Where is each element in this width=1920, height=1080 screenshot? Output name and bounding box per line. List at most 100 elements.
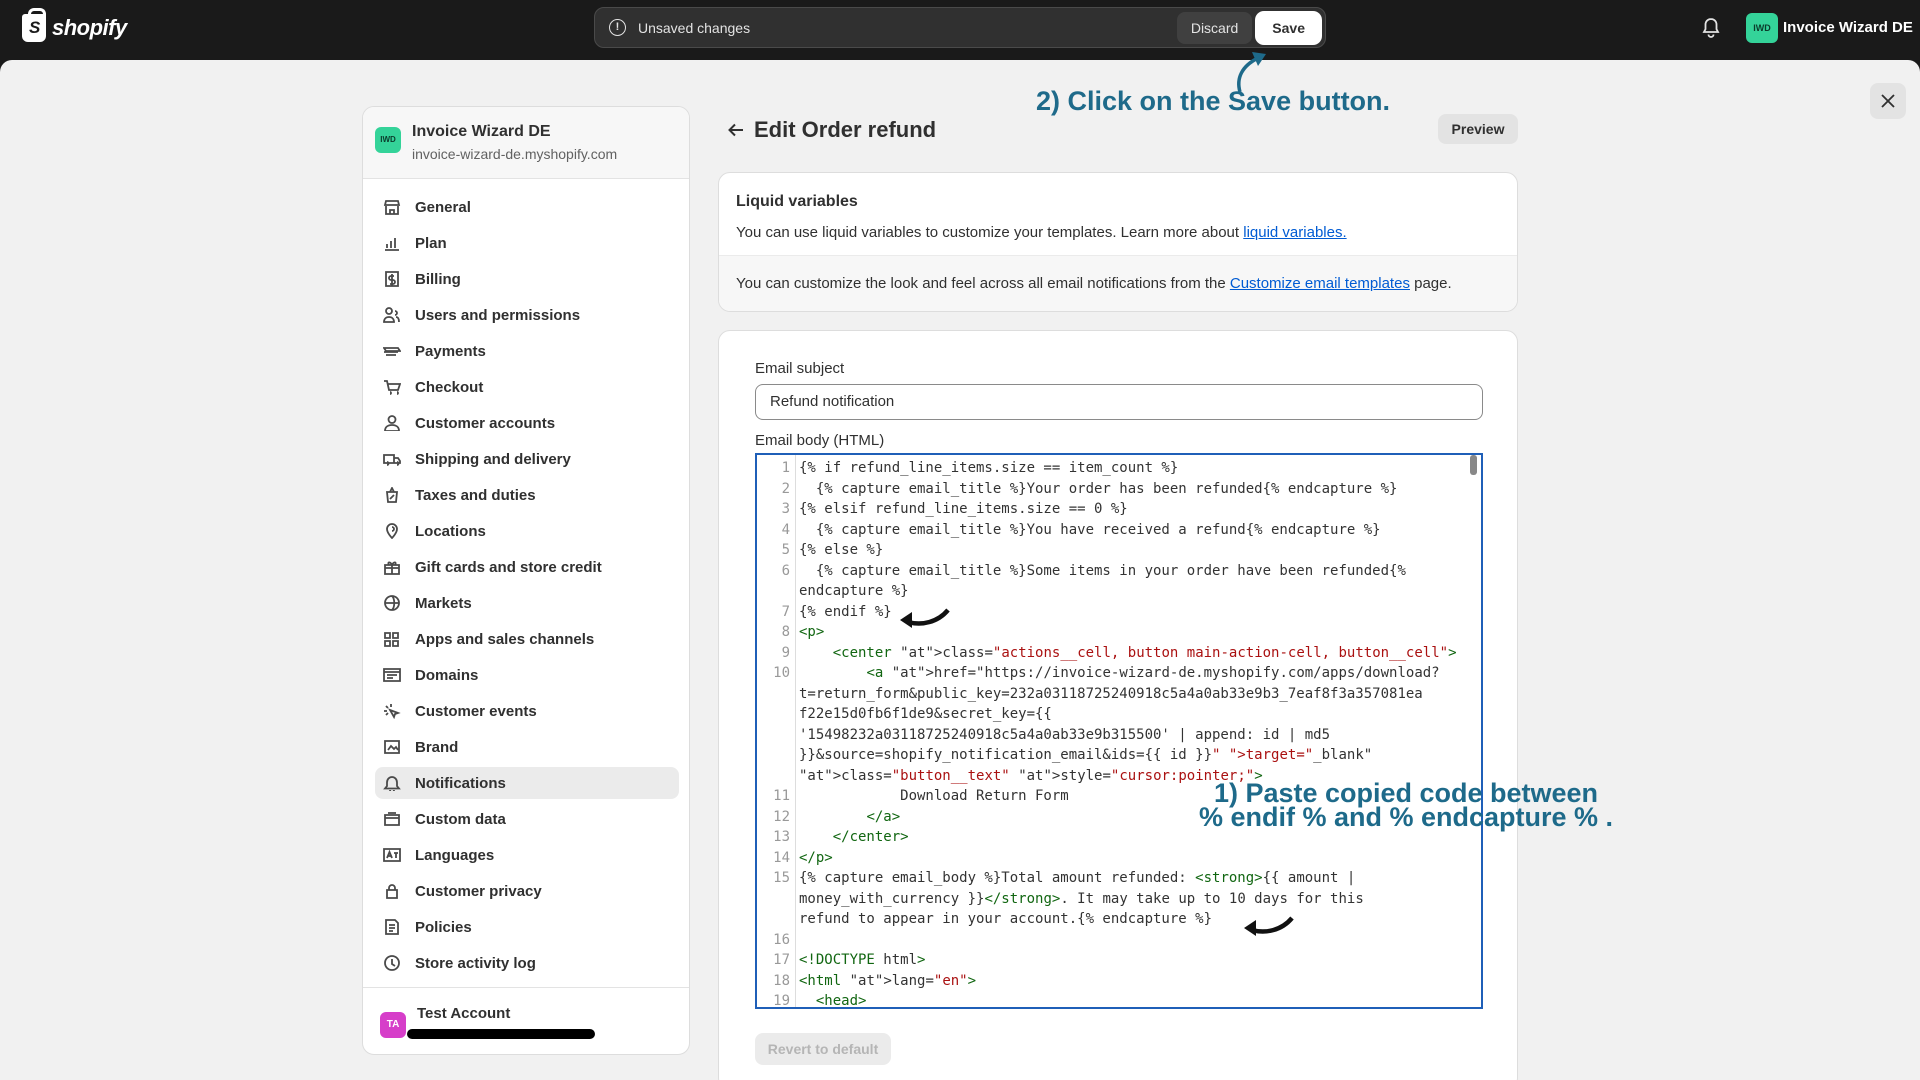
back-arrow-icon[interactable] bbox=[726, 120, 746, 140]
code-line[interactable]: }}&source=shopify_notification_email&ids… bbox=[757, 745, 1477, 766]
code-line[interactable]: 2 {% capture email_title %}Your order ha… bbox=[757, 479, 1477, 500]
line-text: <!DOCTYPE html> bbox=[799, 952, 926, 968]
save-button[interactable]: Save bbox=[1256, 11, 1321, 44]
editor-scrollbar[interactable] bbox=[1470, 455, 1477, 475]
code-line[interactable]: 9 <center "at">class="actions__cell, but… bbox=[757, 643, 1477, 664]
card-subsection: You can customize the look and feel acro… bbox=[719, 255, 1517, 311]
sidebar-item-policies[interactable]: Policies bbox=[375, 911, 679, 943]
card-text-body: You can use liquid variables to customiz… bbox=[736, 224, 1244, 241]
store-header[interactable]: IWD Invoice Wizard DE invoice-wizard-de.… bbox=[363, 107, 689, 179]
line-text: {% capture email_body %}Total amount ref… bbox=[799, 870, 1356, 886]
line-number bbox=[757, 766, 795, 787]
shopify-logo[interactable]: S shopify bbox=[22, 8, 127, 42]
sidebar-item-apps-and-sales-channels[interactable]: Apps and sales channels bbox=[375, 623, 679, 655]
sidebar-item-taxes-and-duties[interactable]: Taxes and duties bbox=[375, 479, 679, 511]
sidebar-item-notifications[interactable]: Notifications bbox=[375, 767, 679, 799]
code-line[interactable]: '15498232a03118725240918c5a4a0ab33e9b315… bbox=[757, 725, 1477, 746]
sidebar-item-plan[interactable]: Plan bbox=[375, 227, 679, 259]
code-line[interactable]: 6 {% capture email_title %}Some items in… bbox=[757, 561, 1477, 582]
sidebar-item-billing[interactable]: Billing bbox=[375, 263, 679, 295]
code-line[interactable]: 14 </p> bbox=[757, 848, 1477, 869]
unsaved-changes-text: Unsaved changes bbox=[638, 19, 751, 36]
line-number bbox=[757, 725, 795, 746]
users-icon bbox=[383, 307, 400, 323]
sidebar-item-users-and-permissions[interactable]: Users and permissions bbox=[375, 299, 679, 331]
sidebar-item-customer-privacy[interactable]: Customer privacy bbox=[375, 875, 679, 907]
sidebar-item-markets[interactable]: Markets bbox=[375, 587, 679, 619]
code-line[interactable]: refund to appear in your account.{% endc… bbox=[757, 909, 1477, 930]
sidebar-item-checkout[interactable]: Checkout bbox=[375, 371, 679, 403]
discard-button[interactable]: Discard bbox=[1176, 11, 1253, 44]
sidebar-item-locations[interactable]: Locations bbox=[375, 515, 679, 547]
sidebar-item-payments[interactable]: Payments bbox=[375, 335, 679, 367]
preview-button[interactable]: Preview bbox=[1438, 114, 1518, 144]
sidebar-item-customer-events[interactable]: Customer events bbox=[375, 695, 679, 727]
code-line[interactable]: 17 <!DOCTYPE html> bbox=[757, 950, 1477, 971]
code-line[interactable]: 16 bbox=[757, 930, 1477, 951]
code-line[interactable]: 18 <html "at">lang="en"> bbox=[757, 971, 1477, 992]
code-line[interactable]: 3 {% elsif refund_line_items.size == 0 %} bbox=[757, 499, 1477, 520]
line-text: endcapture %} bbox=[799, 583, 909, 599]
line-text: {% else %} bbox=[799, 542, 884, 558]
email-body-code-editor[interactable]: 1 {% if refund_line_items.size == item_co… bbox=[755, 453, 1483, 1009]
store-avatar[interactable]: IWD bbox=[1746, 13, 1778, 43]
code-line[interactable]: 7 {% endif %} bbox=[757, 602, 1477, 623]
sidebar-item-general[interactable]: General bbox=[375, 191, 679, 223]
cart-icon bbox=[384, 380, 401, 395]
sidebar-item-gift-cards-and-store-credit[interactable]: Gift cards and store credit bbox=[375, 551, 679, 583]
sidebar-item-customer-accounts[interactable]: Customer accounts bbox=[375, 407, 679, 439]
code-line[interactable]: money_with_currency }}</strong>. It may … bbox=[757, 889, 1477, 910]
card-sub-text: You can customize the look and feel acro… bbox=[736, 275, 1452, 292]
line-text: <html "at">lang="en"> bbox=[799, 972, 977, 989]
line-text: money_with_currency }}</strong>. It may … bbox=[799, 890, 1364, 907]
code-line[interactable]: f22e15d0fb6f1de9&secret_key={{ bbox=[757, 704, 1477, 725]
line-number bbox=[757, 684, 795, 705]
code-line[interactable]: 15 {% capture email_body %}Total amount r… bbox=[757, 868, 1477, 889]
customize-email-templates-link[interactable]: Customize email templates bbox=[1230, 275, 1410, 292]
sidebar-item-custom-data[interactable]: Custom data bbox=[375, 803, 679, 835]
code-line[interactable]: 19 <head> bbox=[757, 991, 1477, 1009]
location-icon bbox=[386, 523, 398, 539]
language-icon bbox=[383, 848, 401, 862]
sidebar-item-label: Locations bbox=[415, 522, 486, 540]
code-line[interactable]: 8 <p> bbox=[757, 622, 1477, 643]
store-menu-name[interactable]: Invoice Wizard DE bbox=[1783, 19, 1913, 36]
line-number bbox=[757, 745, 795, 766]
code-line[interactable]: 10 <a "at">href="https://invoice-wizard-… bbox=[757, 663, 1477, 684]
sidebar-item-domains[interactable]: Domains bbox=[375, 659, 679, 691]
code-line[interactable]: 5 {% else %} bbox=[757, 540, 1477, 561]
chart-icon bbox=[385, 238, 399, 251]
line-number bbox=[757, 704, 795, 725]
sidebar-item-languages[interactable]: Languages bbox=[375, 839, 679, 871]
account-footer[interactable]: TA Test Account bbox=[363, 987, 689, 1054]
cursor-icon bbox=[384, 704, 401, 719]
line-text: <center "at">class="actions__cell, butto… bbox=[832, 644, 1457, 661]
store-icon bbox=[383, 200, 401, 215]
unsaved-changes-bar: ! Unsaved changes Discard Save bbox=[594, 7, 1326, 48]
line-number: 19 bbox=[773, 993, 790, 1009]
line-number: 13 bbox=[773, 829, 790, 845]
email-form-card: Email subject Refund notification Email … bbox=[718, 330, 1518, 1080]
sidebar-item-label: Users and permissions bbox=[415, 306, 581, 324]
code-line[interactable]: endcapture %} bbox=[757, 581, 1477, 602]
liquid-variables-link[interactable]: liquid variables. bbox=[1243, 224, 1346, 241]
globe-icon bbox=[384, 595, 400, 611]
sidebar-item-shipping-and-delivery[interactable]: Shipping and delivery bbox=[375, 443, 679, 475]
code-line[interactable]: 4 {% capture email_title %}You have rece… bbox=[757, 520, 1477, 541]
sidebar-item-store-activity-log[interactable]: Store activity log bbox=[375, 947, 679, 979]
code-line[interactable]: t=return_form&public_key=232a03118725240… bbox=[757, 684, 1477, 705]
shopify-bag-icon: S bbox=[22, 8, 46, 42]
bell-icon bbox=[383, 776, 401, 791]
sidebar-item-brand[interactable]: Brand bbox=[375, 731, 679, 763]
line-text: }}&source=shopify_notification_email&ids… bbox=[799, 747, 1373, 763]
notifications-bell-icon[interactable] bbox=[1701, 17, 1721, 39]
line-text: {% capture email_title %}You have receiv… bbox=[799, 521, 1381, 538]
code-lines: 1 {% if refund_line_items.size == item_co… bbox=[757, 458, 1477, 1009]
email-subject-input[interactable]: Refund notification bbox=[755, 384, 1483, 420]
revert-to-default-button[interactable]: Revert to default bbox=[755, 1033, 891, 1065]
code-line[interactable]: 1 {% if refund_line_items.size == item_co… bbox=[757, 458, 1477, 479]
line-number bbox=[757, 889, 795, 910]
shopify-wordmark: shopify bbox=[52, 15, 127, 40]
close-settings-button[interactable] bbox=[1870, 83, 1906, 119]
settings-sidebar: IWD Invoice Wizard DE invoice-wizard-de.… bbox=[362, 106, 690, 1055]
